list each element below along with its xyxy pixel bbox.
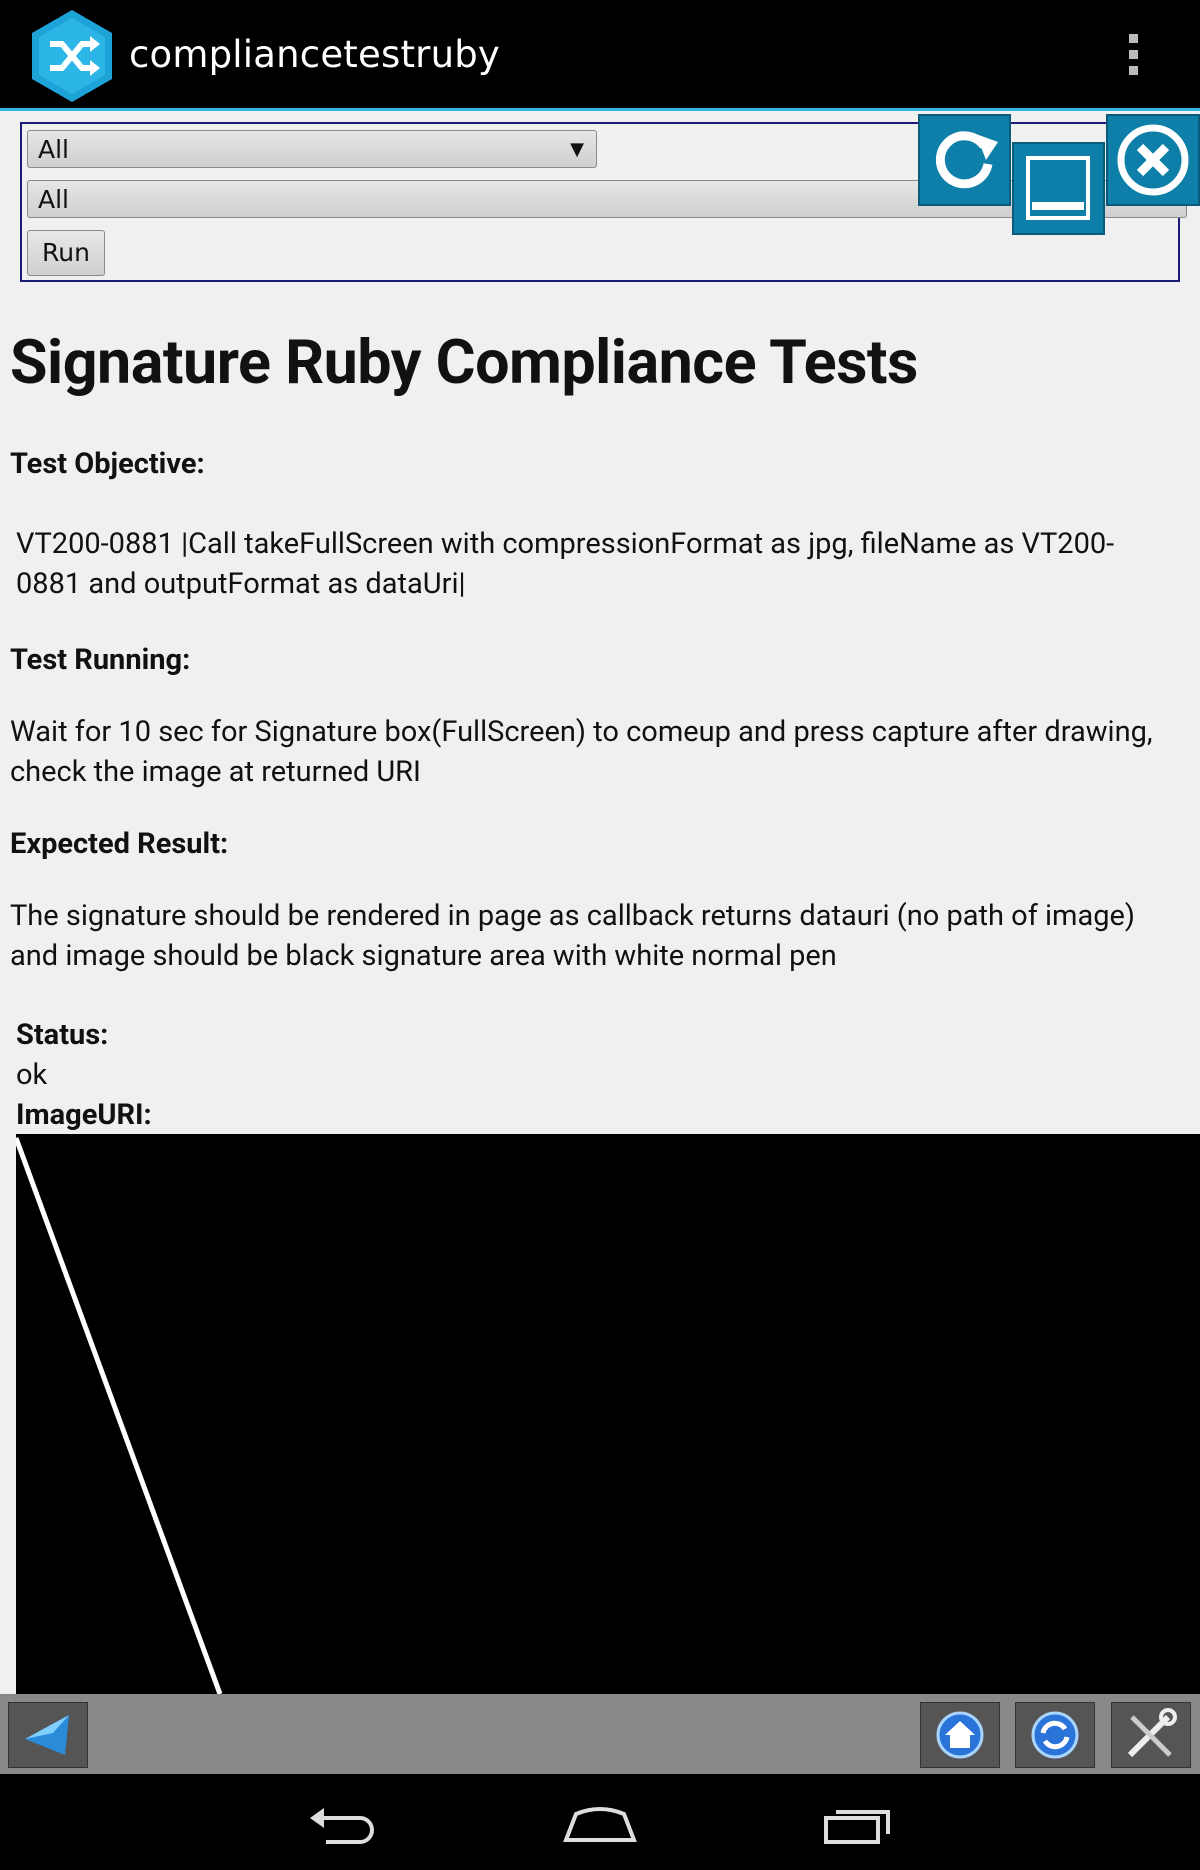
system-nav-bar [0,1774,1200,1870]
run-button[interactable]: Run [27,230,105,276]
home-icon[interactable] [562,1804,638,1844]
close-icon [1117,124,1189,196]
filter-select-value: All [38,185,69,214]
sync-button[interactable] [1015,1702,1095,1768]
recent-apps-icon[interactable] [822,1804,894,1844]
test-running-text: Wait for 10 sec for Signature box(FullSc… [10,715,1153,789]
test-objective-label: Test Objective: [10,447,205,481]
page-title: Signature Ruby Compliance Tests [10,326,918,398]
suite-select[interactable]: All ▼ [27,130,597,168]
test-objective-text: VT200-0881 |Call takeFullScreen with com… [16,527,1115,601]
shuffle-logo-icon[interactable] [28,8,116,104]
suite-select-value: All [38,135,69,164]
home-button[interactable] [920,1702,1000,1768]
status-label: Status: [16,1018,109,1052]
home-icon [936,1711,984,1759]
back-icon[interactable] [306,1804,378,1844]
minimize-icon [1026,156,1090,220]
back-arrow-icon [25,1715,69,1755]
status-value: ok [16,1058,48,1092]
close-button[interactable] [1106,114,1200,206]
signature-image [13,1134,1200,1695]
minimize-button[interactable] [1012,142,1105,235]
settings-tools-icon [1127,1708,1177,1758]
test-running-label: Test Running: [10,643,191,677]
bottom-toolbar [0,1694,1200,1774]
refresh-icon [935,131,998,189]
sync-icon [1031,1711,1079,1759]
imageuri-label: ImageURI: [16,1098,152,1132]
dropdown-arrow-icon: ▼ [570,139,584,160]
expected-result-text: The signature should be rendered in page… [10,899,1136,973]
refresh-button[interactable] [918,114,1011,206]
expected-result-label: Expected Result: [10,827,229,861]
back-button[interactable] [8,1702,88,1768]
action-bar: compliancetestruby [0,0,1200,111]
app-title: compliancetestruby [129,33,500,76]
overflow-menu-icon[interactable] [1126,34,1142,78]
settings-button[interactable] [1111,1702,1191,1768]
